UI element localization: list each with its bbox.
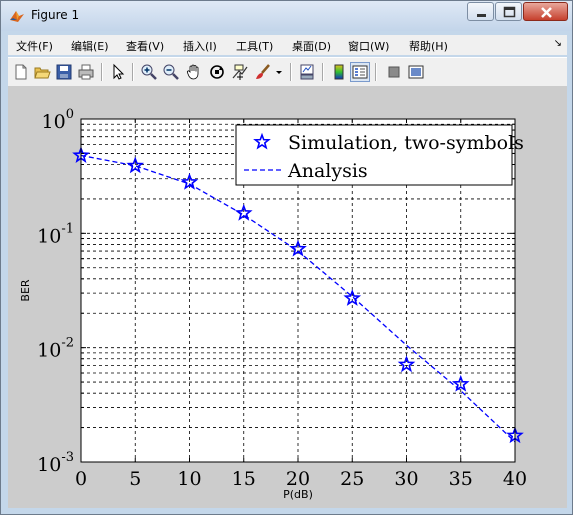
maximize-icon: [503, 6, 516, 18]
menu-file[interactable]: 文件(F): [16, 38, 53, 54]
menu-help[interactable]: 帮助(H): [409, 38, 448, 54]
legend-label: Analysis: [287, 160, 368, 182]
x-tick-label: 40: [503, 468, 527, 490]
menu-dock-arrow-icon[interactable]: ↘: [554, 38, 562, 49]
edit-plot-arrow-icon[interactable]: [109, 63, 127, 81]
toolbar-separator: [290, 63, 292, 81]
x-tick-label: 0: [75, 468, 87, 490]
brush-icon[interactable]: [254, 63, 272, 81]
data-cursor-icon[interactable]: [231, 63, 249, 81]
menu-view[interactable]: 查看(V): [126, 38, 164, 54]
show-plot-tools-icon[interactable]: [407, 63, 425, 81]
y-tick-label: 100: [42, 107, 74, 133]
figure-toolbar: [8, 57, 567, 87]
maximize-button[interactable]: [495, 2, 522, 21]
menu-desktop[interactable]: 桌面(D): [292, 38, 331, 54]
colorbar-icon[interactable]: [330, 63, 348, 81]
menu-bar: 文件(F) 编辑(E) 查看(V) 插入(I) 工具(T) 桌面(D) 窗口(W…: [8, 35, 567, 55]
legend-label: Simulation, two-symbols: [288, 132, 524, 154]
brush-dropdown-icon[interactable]: [274, 63, 284, 81]
save-icon[interactable]: [55, 63, 73, 81]
x-tick-label: 20: [286, 468, 310, 490]
y-tick-label: 10-1: [37, 221, 74, 247]
x-tick-label: 35: [449, 468, 473, 490]
pan-hand-icon[interactable]: [185, 63, 203, 81]
link-plot-icon[interactable]: [298, 63, 316, 81]
toolbar-separator: [101, 63, 103, 81]
toolbar-separator: [322, 63, 324, 81]
y-tick-label: 10-2: [37, 336, 74, 362]
print-icon[interactable]: [77, 63, 95, 81]
y-axis-label: BER: [19, 279, 32, 301]
menu-window[interactable]: 窗口(W): [348, 38, 389, 54]
close-button[interactable]: [523, 2, 568, 21]
toolbar-separator: [375, 63, 377, 81]
matlab-logo-icon: [9, 8, 25, 24]
toolbar-separator: [132, 63, 134, 81]
hide-plot-tools-icon[interactable]: [385, 63, 403, 81]
minimize-icon: [477, 14, 486, 17]
window-title: Figure 1: [31, 8, 80, 22]
x-axis-label: P(dB): [283, 488, 313, 501]
menu-tools[interactable]: 工具(T): [236, 38, 273, 54]
minimize-button[interactable]: [467, 2, 494, 21]
legend-icon[interactable]: [350, 62, 370, 82]
figure-window: Figure 1 文件(F) 编辑(E) 查看(V) 插入(I) 工具(T) 桌…: [0, 0, 573, 515]
x-tick-label: 5: [129, 468, 141, 490]
new-figure-icon[interactable]: [12, 63, 30, 81]
x-tick-label: 15: [232, 468, 256, 490]
zoom-out-icon[interactable]: [162, 63, 180, 81]
x-tick-label: 10: [177, 468, 201, 490]
ber-plot[interactable]: 0 5 10 15 20 25 30 35 40 10-3 10-2 10-1 100 P(dB) BE…: [8, 86, 567, 508]
zoom-in-icon[interactable]: [140, 63, 158, 81]
rotate-3d-icon[interactable]: [208, 63, 226, 81]
x-tick-label: 30: [394, 468, 418, 490]
title-bar[interactable]: Figure 1: [1, 1, 572, 31]
figure-canvas: 0 5 10 15 20 25 30 35 40 10-3 10-2 10-1 100 P(dB) BE…: [8, 86, 567, 508]
close-icon: [541, 7, 552, 18]
legend[interactable]: Simulation, two-symbols Analysis: [235, 124, 524, 186]
menu-edit[interactable]: 编辑(E): [71, 38, 109, 54]
y-tick-label: 10-3: [37, 450, 74, 476]
x-tick-label: 25: [340, 468, 364, 490]
open-file-icon[interactable]: [33, 63, 51, 81]
menu-insert[interactable]: 插入(I): [183, 38, 217, 54]
